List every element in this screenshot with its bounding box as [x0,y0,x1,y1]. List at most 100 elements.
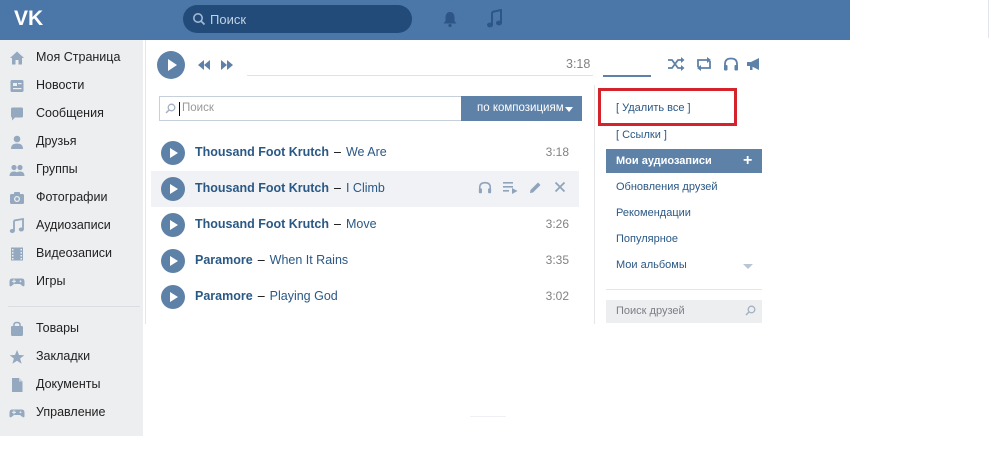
track-play-button[interactable] [161,141,185,165]
highlight-annotation-box [598,88,737,126]
search-icon [192,12,206,29]
sidebar-item-label: Закладки [36,349,91,363]
player-progress-bar[interactable] [247,75,593,76]
bag-icon [9,321,25,337]
sidebar-item-label: Друзья [36,134,77,148]
messages-icon [9,106,25,122]
panel-border [145,40,146,324]
chevron-down-icon[interactable] [743,264,753,269]
sidebar-item-label: Группы [36,162,78,176]
home-icon [9,50,25,66]
track-row[interactable]: Paramore – When It Rains 3:35 [151,243,579,279]
track-play-button[interactable] [161,213,185,237]
close-icon[interactable] [554,181,566,196]
links-link[interactable]: [ Ссылки ] [616,129,667,141]
sidebar-item-label: Моя Страница [36,50,121,64]
track-name: Thousand Foot Krutch – We Are [195,145,387,159]
headphones-icon[interactable] [478,181,492,197]
track-row[interactable]: Thousand Foot Krutch – Move 3:26 [151,207,579,243]
top-header: VK Поиск [0,0,850,40]
track-artist[interactable]: Thousand Foot Krutch [195,217,329,231]
track-play-button[interactable] [161,285,185,309]
menu-item-my-audio[interactable]: Мои аудиозаписи + [606,149,762,173]
sidebar-item-photos[interactable]: Фотографии [0,185,143,211]
track-artist[interactable]: Thousand Foot Krutch [195,145,329,159]
volume-slider[interactable] [603,75,651,77]
sidebar-item-label: Товары [36,321,79,335]
sidebar-item-goods[interactable]: Товары [0,316,143,342]
gamepad-icon [9,405,25,421]
track-artist[interactable]: Paramore [195,289,253,303]
previous-track-icon[interactable] [197,59,211,74]
friend-search-input[interactable]: Поиск друзей [606,300,762,323]
menu-item-popular[interactable]: Популярное [616,233,678,245]
star-icon [9,349,25,365]
search-icon [745,305,756,319]
notifications-bell-icon[interactable] [441,10,459,31]
track-title[interactable]: Move [346,217,377,231]
sidebar-item-label: Новости [36,78,85,92]
search-filter-dropdown[interactable]: по композициям [461,96,582,121]
news-icon [9,78,25,94]
track-name: Paramore – Playing God [195,289,338,303]
groups-icon [9,162,25,178]
header-search-placeholder: Поиск [210,12,247,27]
sidebar-item-news[interactable]: Новости [0,73,143,99]
sidebar-item-bookmarks[interactable]: Закладки [0,344,143,370]
repeat-icon[interactable] [695,57,713,74]
sidebar-item-label: Сообщения [36,106,104,120]
track-title[interactable]: I Climb [346,181,385,195]
page-edge-divider [988,0,989,38]
friend-search-placeholder: Поиск друзей [616,305,685,317]
track-row[interactable]: Paramore – Playing God 3:02 [151,279,579,315]
headphones-icon[interactable] [723,57,739,74]
sidebar-item-label: Аудиозаписи [36,218,111,232]
add-to-playlist-icon[interactable] [503,181,518,197]
menu-item-my-albums[interactable]: Мои альбомы [616,259,687,271]
sidebar-item-video[interactable]: Видеозаписи [0,241,143,267]
chevron-down-icon [565,107,573,112]
sidebar-item-label: Видеозаписи [36,246,113,260]
search-filter-label: по композициям [477,102,564,114]
music-note-icon [9,217,25,234]
player-time: 3:18 [566,57,591,71]
track-title[interactable]: When It Rains [270,253,349,267]
right-menu-border [594,85,595,324]
sidebar-item-label: Фотографии [36,190,108,204]
track-duration: 3:35 [545,253,569,267]
sidebar-item-my-page[interactable]: Моя Страница [0,45,143,71]
sidebar-item-audio[interactable]: Аудиозаписи [0,213,143,239]
sidebar-item-games[interactable]: Игры [0,269,143,295]
sidebar-item-label: Документы [36,377,101,391]
broadcast-icon[interactable] [746,57,762,74]
next-track-icon[interactable] [220,59,234,74]
track-artist[interactable]: Thousand Foot Krutch [195,181,329,195]
sidebar-item-management[interactable]: Управление [0,400,143,426]
track-title[interactable]: Playing God [270,289,338,303]
plus-icon[interactable]: + [743,153,752,169]
sidebar-item-groups[interactable]: Группы [0,157,143,183]
header-search-input[interactable]: Поиск [183,5,412,33]
track-name: Thousand Foot Krutch – Move [195,217,377,231]
menu-item-recommendations[interactable]: Рекомендации [616,207,691,219]
player-play-button[interactable] [157,51,185,79]
track-row-hovered[interactable]: Thousand Foot Krutch – I Climb [151,171,579,207]
track-play-button[interactable] [161,249,185,273]
vk-logo[interactable]: VK [14,7,48,31]
menu-item-friends-updates[interactable]: Обновления друзей [616,181,718,193]
gamepad-icon [9,274,25,290]
edit-pencil-icon[interactable] [529,181,542,197]
track-title[interactable]: We Are [346,145,387,159]
sidebar-item-documents[interactable]: Документы [0,372,143,398]
track-row[interactable]: Thousand Foot Krutch – We Are 3:18 [151,135,579,171]
sidebar-item-label: Игры [36,274,66,288]
sidebar-item-messages[interactable]: Сообщения [0,101,143,127]
sidebar-item-friends[interactable]: Друзья [0,129,143,155]
audio-search-input[interactable]: Поиск [159,96,461,121]
track-artist[interactable]: Paramore [195,253,253,267]
track-duration: 3:18 [545,145,569,159]
vk-audio-page: VK Поиск Моя Страница Новости Сообщения … [0,0,991,457]
shuffle-icon[interactable] [667,57,685,74]
track-play-button[interactable] [161,177,185,201]
music-player-icon[interactable] [486,8,504,32]
